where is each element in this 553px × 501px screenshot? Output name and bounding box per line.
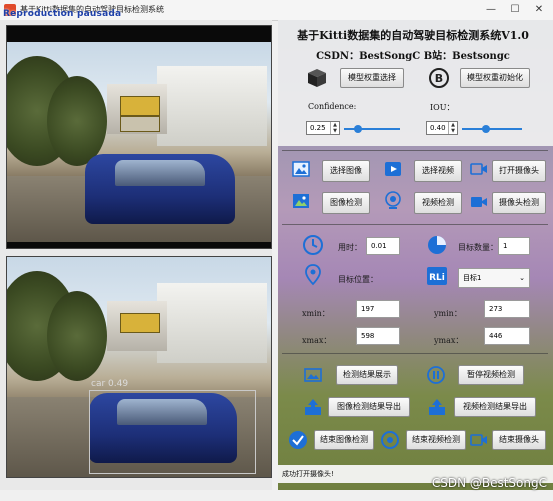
count-field: 1 bbox=[498, 237, 530, 255]
target-select[interactable]: 目标1 ⌄ bbox=[458, 268, 530, 288]
b-logo-icon: B bbox=[429, 68, 449, 88]
show-result-button[interactable]: 检测结果展示 bbox=[336, 365, 398, 385]
confidence-slider-thumb[interactable] bbox=[354, 125, 362, 133]
end-video-detect-button[interactable]: 结束视频检测 bbox=[406, 430, 466, 450]
video-detect-button[interactable]: 视频检测 bbox=[414, 192, 462, 214]
detection-label: car 0.49 bbox=[91, 379, 129, 389]
cube-icon bbox=[308, 69, 326, 87]
ymax-field: 446 bbox=[484, 327, 530, 345]
original-image-view bbox=[6, 25, 272, 249]
export-icon bbox=[429, 399, 445, 415]
camera-detect-button[interactable]: 摄像头检测 bbox=[492, 192, 546, 214]
export-image-result-button[interactable]: 图像检测结果导出 bbox=[328, 397, 410, 417]
pin-icon bbox=[305, 264, 321, 286]
csdn-watermark: CSDN @BestSongC bbox=[431, 476, 547, 490]
author-info: CSDN：BestSongC B站：Bestsongc bbox=[316, 51, 510, 62]
end-image-detect-button[interactable]: 结束图像检测 bbox=[314, 430, 374, 450]
xmax-field: 598 bbox=[356, 327, 400, 345]
position-label: 目标位置： bbox=[338, 275, 378, 284]
confidence-label: Confidence: bbox=[308, 102, 357, 111]
app-heading: 基于Kitti数据集的自动驾驶目标检测系统V1.0 bbox=[297, 29, 529, 42]
maximize-button[interactable]: ☐ bbox=[502, 2, 528, 18]
image-icon bbox=[292, 161, 310, 177]
select-weights-button[interactable]: 模型权重选择 bbox=[340, 68, 404, 88]
svg-text:B: B bbox=[435, 72, 443, 85]
iou-slider-thumb[interactable] bbox=[482, 125, 490, 133]
pause-icon bbox=[427, 366, 445, 384]
watermark-top: Reproduction pausada bbox=[3, 9, 122, 19]
divider bbox=[282, 150, 548, 151]
time-label: 用时： bbox=[338, 243, 362, 252]
divider bbox=[282, 353, 548, 354]
ymin-label: ymin： bbox=[434, 309, 462, 318]
ymin-field: 273 bbox=[484, 300, 530, 318]
end-camera-button[interactable]: 结束摄像头 bbox=[492, 430, 546, 450]
play-icon bbox=[385, 162, 401, 176]
spin-arrows-icon[interactable]: ▲ ▼ bbox=[448, 122, 457, 134]
open-camera-button[interactable]: 打开摄像头 bbox=[492, 160, 546, 182]
ymax-label: ymax： bbox=[434, 336, 464, 345]
time-field: 0.01 bbox=[366, 237, 400, 255]
image-pane: car 0.49 bbox=[0, 20, 272, 490]
image-icon bbox=[304, 368, 322, 382]
result-image-view: car 0.49 bbox=[6, 256, 272, 478]
xmin-label: xmin： bbox=[302, 309, 330, 318]
iou-value: 0.40 bbox=[430, 124, 446, 132]
control-pane: 基于Kitti数据集的自动驾驶目标检测系统V1.0 CSDN：BestSongC… bbox=[278, 20, 553, 490]
pie-icon bbox=[428, 236, 446, 254]
check-icon bbox=[289, 431, 307, 449]
pause-video-button[interactable]: 暂停视频检测 bbox=[458, 365, 524, 385]
confidence-value: 0.25 bbox=[310, 124, 326, 132]
confidence-spinbox[interactable]: 0.25 ▲ ▼ bbox=[306, 121, 340, 135]
camera-icon bbox=[471, 197, 487, 207]
image-detect-button[interactable]: 图像检测 bbox=[322, 192, 370, 214]
select-image-button[interactable]: 选择图像 bbox=[322, 160, 370, 182]
webcam-icon bbox=[385, 191, 401, 209]
main-window: 基于Kitti数据集的自动驾驶目标检测系统 — ☐ ✕ Reproduction… bbox=[0, 0, 553, 501]
iou-spinbox[interactable]: 0.40 ▲ ▼ bbox=[426, 121, 458, 135]
clock-icon bbox=[303, 235, 323, 255]
divider bbox=[282, 224, 548, 225]
export-video-result-button[interactable]: 视频检测结果导出 bbox=[454, 397, 536, 417]
close-button[interactable]: ✕ bbox=[526, 2, 552, 18]
iou-slider[interactable] bbox=[462, 128, 522, 130]
count-label: 目标数量： bbox=[458, 243, 498, 252]
target-icon: RLi bbox=[427, 267, 447, 285]
gallery-icon bbox=[293, 194, 309, 208]
xmin-field: 197 bbox=[356, 300, 400, 318]
detection-box bbox=[89, 390, 256, 474]
camera-icon bbox=[470, 163, 487, 175]
spin-arrows-icon[interactable]: ▲ ▼ bbox=[330, 122, 339, 134]
xmax-label: xmax： bbox=[302, 336, 332, 345]
init-weights-button[interactable]: 模型权重初始化 bbox=[460, 68, 530, 88]
select-video-button[interactable]: 选择视频 bbox=[414, 160, 462, 182]
minimize-button[interactable]: — bbox=[478, 2, 504, 18]
confidence-slider[interactable] bbox=[344, 128, 400, 130]
export-icon bbox=[305, 399, 321, 415]
chevron-down-icon: ⌄ bbox=[519, 274, 525, 282]
svg-text:RLi: RLi bbox=[429, 273, 445, 283]
camera-icon bbox=[470, 434, 487, 446]
iou-label: IOU： bbox=[430, 103, 455, 112]
target-select-value: 目标1 bbox=[463, 274, 482, 282]
stop-icon bbox=[381, 431, 399, 449]
